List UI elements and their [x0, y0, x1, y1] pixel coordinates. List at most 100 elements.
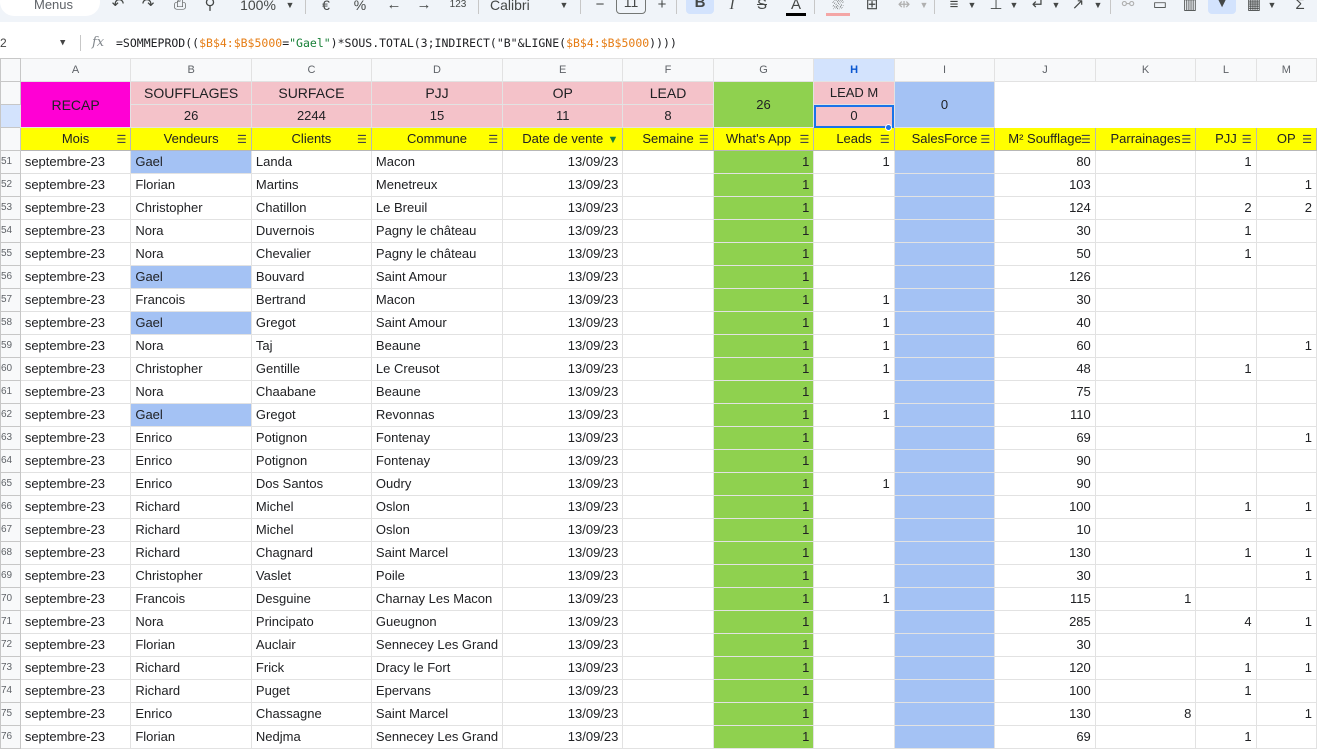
- pjj-cell[interactable]: 1: [1195, 357, 1257, 381]
- row-header[interactable]: 70: [0, 587, 21, 611]
- date-cell[interactable]: 13/09/23: [502, 587, 624, 611]
- leads-cell[interactable]: [813, 380, 895, 404]
- column-header[interactable]: G: [712, 58, 815, 82]
- client-cell[interactable]: Frick: [250, 656, 372, 680]
- semaine-cell[interactable]: [622, 449, 714, 473]
- salesforce-cell[interactable]: [893, 679, 996, 703]
- column-header[interactable]: E: [502, 58, 624, 82]
- row-header[interactable]: 52: [0, 173, 21, 197]
- font-size-input[interactable]: 11: [616, 0, 646, 14]
- header-vendeurs[interactable]: Vendeurs ☰: [130, 127, 252, 151]
- header-date-de-vente[interactable]: Date de vente ▼: [502, 127, 624, 151]
- m2-soufflage-cell[interactable]: 124: [994, 196, 1096, 220]
- m2-soufflage-cell[interactable]: 90: [994, 449, 1096, 473]
- vendeur-cell[interactable]: Richard: [130, 656, 252, 680]
- vendeur-cell[interactable]: Richard: [130, 518, 252, 542]
- mois-cell[interactable]: septembre-23: [19, 357, 132, 381]
- op-cell[interactable]: 2: [1255, 196, 1317, 220]
- salesforce-cell[interactable]: [893, 242, 996, 266]
- bold-button[interactable]: B: [686, 0, 714, 14]
- increase-decimal-icon[interactable]: →: [414, 0, 434, 16]
- lead-m-label[interactable]: LEAD M: [813, 81, 895, 105]
- whatsapp-cell[interactable]: 1: [712, 541, 815, 565]
- parrainages-cell[interactable]: [1094, 380, 1197, 404]
- leads-cell[interactable]: [813, 242, 895, 266]
- row-header[interactable]: 57: [0, 288, 21, 312]
- soufflages-label[interactable]: SOUFFLAGES: [130, 81, 252, 105]
- op-cell[interactable]: [1255, 472, 1317, 496]
- date-cell[interactable]: 13/09/23: [502, 633, 624, 657]
- filter-icon[interactable]: ☰: [980, 129, 990, 150]
- semaine-cell[interactable]: [622, 725, 714, 749]
- merge-caret-icon[interactable]: ▼: [918, 0, 930, 16]
- mois-cell[interactable]: septembre-23: [19, 311, 132, 335]
- mois-cell[interactable]: septembre-23: [19, 288, 132, 312]
- rotation-caret-icon[interactable]: ▼: [1092, 0, 1104, 16]
- semaine-cell[interactable]: [622, 610, 714, 634]
- semaine-cell[interactable]: [622, 679, 714, 703]
- formula-input[interactable]: =SOMMEPROD(($B$4:$B$5000="Gael")*SOUS.TO…: [116, 32, 677, 54]
- pjj-cell[interactable]: [1195, 564, 1257, 588]
- date-cell[interactable]: 13/09/23: [502, 288, 624, 312]
- salesforce-cell[interactable]: [893, 426, 996, 450]
- salesforce-total[interactable]: 0: [893, 81, 996, 128]
- header-pjj[interactable]: PJJ ☰: [1195, 127, 1257, 151]
- soufflages-value[interactable]: 26: [130, 104, 252, 128]
- op-cell[interactable]: [1255, 288, 1317, 312]
- client-cell[interactable]: Bouvard: [250, 265, 372, 289]
- leads-cell[interactable]: 1: [813, 311, 895, 335]
- m2-soufflage-cell[interactable]: 30: [994, 564, 1096, 588]
- commune-cell[interactable]: Macon: [370, 288, 504, 312]
- salesforce-cell[interactable]: [893, 610, 996, 634]
- client-cell[interactable]: Michel: [250, 518, 372, 542]
- vendeur-cell[interactable]: Gael: [130, 403, 252, 427]
- date-cell[interactable]: 13/09/23: [502, 472, 624, 496]
- column-header[interactable]: K: [1094, 58, 1197, 82]
- op-cell[interactable]: [1255, 725, 1317, 749]
- op-label[interactable]: OP: [502, 81, 624, 105]
- row-header[interactable]: 67: [0, 518, 21, 542]
- parrainages-cell[interactable]: [1094, 725, 1197, 749]
- text-wrap-icon[interactable]: ↵: [1028, 0, 1048, 16]
- client-cell[interactable]: Chevalier: [250, 242, 372, 266]
- row-header[interactable]: 59: [0, 334, 21, 358]
- horizontal-align-icon[interactable]: ≡: [944, 0, 964, 16]
- row-header[interactable]: 69: [0, 564, 21, 588]
- semaine-cell[interactable]: [622, 150, 714, 174]
- parrainages-cell[interactable]: [1094, 633, 1197, 657]
- client-cell[interactable]: Gregot: [250, 311, 372, 335]
- salesforce-cell[interactable]: [893, 311, 996, 335]
- vertical-align-icon[interactable]: ⊥: [986, 0, 1006, 16]
- client-cell[interactable]: Desguine: [250, 587, 372, 611]
- commune-cell[interactable]: Le Breuil: [370, 196, 504, 220]
- menus-search[interactable]: Menus: [0, 0, 100, 16]
- leads-cell[interactable]: [813, 656, 895, 680]
- leads-cell[interactable]: [813, 265, 895, 289]
- semaine-cell[interactable]: [622, 380, 714, 404]
- decrease-decimal-icon[interactable]: ←: [384, 0, 404, 16]
- column-header[interactable]: B: [130, 58, 252, 82]
- empty-cell[interactable]: [1255, 81, 1317, 105]
- pjj-cell[interactable]: 1: [1195, 219, 1257, 243]
- salesforce-cell[interactable]: [893, 449, 996, 473]
- whatsapp-cell[interactable]: 1: [712, 633, 815, 657]
- op-cell[interactable]: [1255, 679, 1317, 703]
- commune-cell[interactable]: Gueugnon: [370, 610, 504, 634]
- row-header-selected[interactable]: [0, 104, 21, 128]
- date-cell[interactable]: 13/09/23: [502, 334, 624, 358]
- pjj-cell[interactable]: [1195, 288, 1257, 312]
- whatsapp-cell[interactable]: 1: [712, 472, 815, 496]
- empty-cell[interactable]: [1094, 104, 1197, 128]
- mois-cell[interactable]: septembre-23: [19, 679, 132, 703]
- header-parrainages[interactable]: Parrainages ☰: [1094, 127, 1197, 151]
- client-cell[interactable]: Chassagne: [250, 702, 372, 726]
- empty-cell[interactable]: [1195, 104, 1257, 128]
- row-header[interactable]: 60: [0, 357, 21, 381]
- date-cell[interactable]: 13/09/23: [502, 426, 624, 450]
- header-op[interactable]: OP ☰: [1255, 127, 1317, 151]
- increase-font-icon[interactable]: +: [654, 0, 670, 16]
- row-header[interactable]: 66: [0, 495, 21, 519]
- date-cell[interactable]: 13/09/23: [502, 403, 624, 427]
- leads-cell[interactable]: 1: [813, 403, 895, 427]
- commune-cell[interactable]: Oslon: [370, 518, 504, 542]
